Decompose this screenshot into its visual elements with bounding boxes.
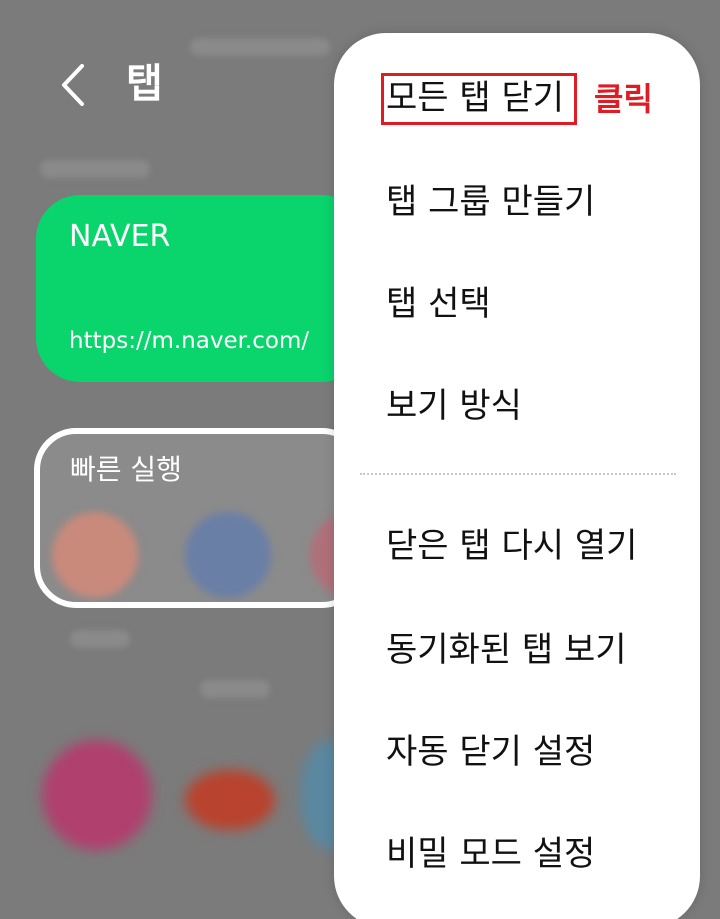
tab-card-naver[interactable]: NAVER https://m.naver.com/: [36, 195, 366, 382]
back-button[interactable]: [52, 58, 100, 112]
tab-card-url: https://m.naver.com/: [69, 328, 310, 354]
menu-item-reopen-closed-tab[interactable]: 닫은 탭 다시 열기: [386, 511, 637, 581]
blurred-text: [200, 680, 270, 698]
blurred-text: [40, 160, 150, 178]
tab-card-title: NAVER: [69, 219, 171, 254]
blurred-app-icon: [42, 740, 152, 850]
menu-item-select-tabs[interactable]: 탭 선택: [386, 269, 491, 339]
quick-access-icon[interactable]: [52, 512, 138, 598]
quick-access-icon[interactable]: [185, 512, 271, 598]
menu-item-close-all-tabs[interactable]: 모든 탭 닫기: [386, 63, 564, 133]
menu-item-secret-mode-settings[interactable]: 비밀 모드 설정: [386, 819, 595, 889]
blurred-text: [190, 38, 330, 56]
menu-item-view-mode[interactable]: 보기 방식: [386, 371, 522, 441]
overflow-menu: 모든 탭 닫기 탭 그룹 만들기 탭 선택 보기 방식 닫은 탭 다시 열기 동…: [334, 33, 700, 919]
menu-item-auto-close-settings[interactable]: 자동 닫기 설정: [386, 717, 595, 787]
blurred-text: [70, 630, 130, 648]
click-annotation: 클릭: [594, 80, 653, 118]
menu-item-synced-tabs[interactable]: 동기화된 탭 보기: [386, 615, 627, 685]
quick-access-card[interactable]: 빠른 실행: [34, 428, 364, 608]
quick-access-title: 빠른 실행: [70, 453, 182, 486]
page-title: 탭: [126, 61, 163, 107]
blurred-app-icon: [185, 770, 275, 830]
menu-item-create-tab-group[interactable]: 탭 그룹 만들기: [386, 167, 595, 237]
menu-divider: [360, 473, 676, 475]
tabs-screen: 탭 NAVER https://m.naver.com/ 빠른 실행 모든 탭 …: [0, 0, 720, 919]
chevron-left-icon: [62, 64, 84, 106]
